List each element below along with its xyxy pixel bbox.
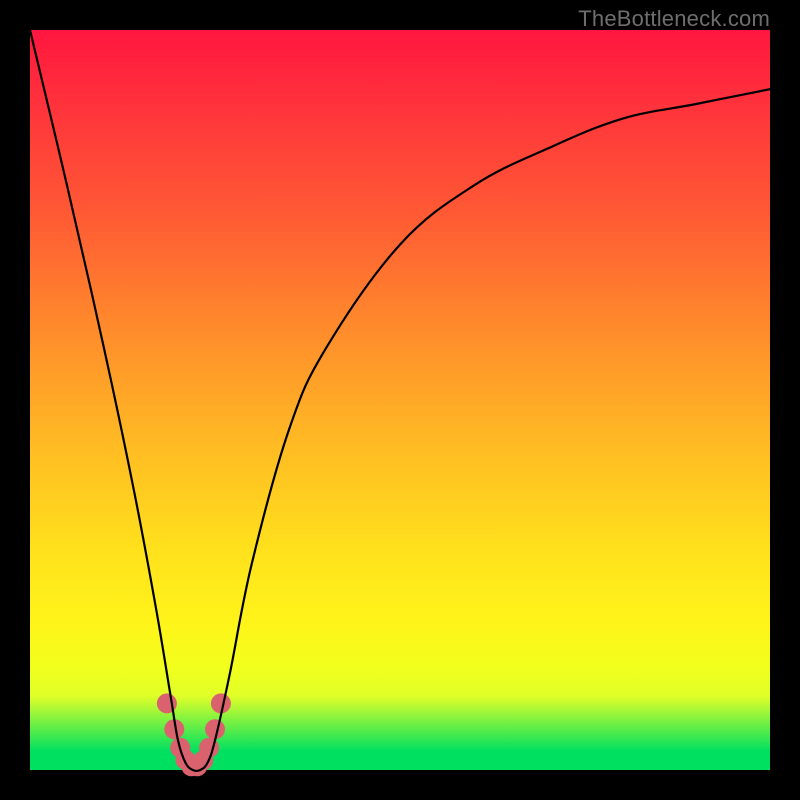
curve-path xyxy=(30,30,770,771)
chart-frame: TheBottleneck.com xyxy=(0,0,800,800)
plot-area xyxy=(30,30,770,770)
marker-group xyxy=(157,693,231,776)
chart-svg xyxy=(30,30,770,770)
marker-dot xyxy=(199,738,219,758)
watermark-label: TheBottleneck.com xyxy=(578,6,770,32)
